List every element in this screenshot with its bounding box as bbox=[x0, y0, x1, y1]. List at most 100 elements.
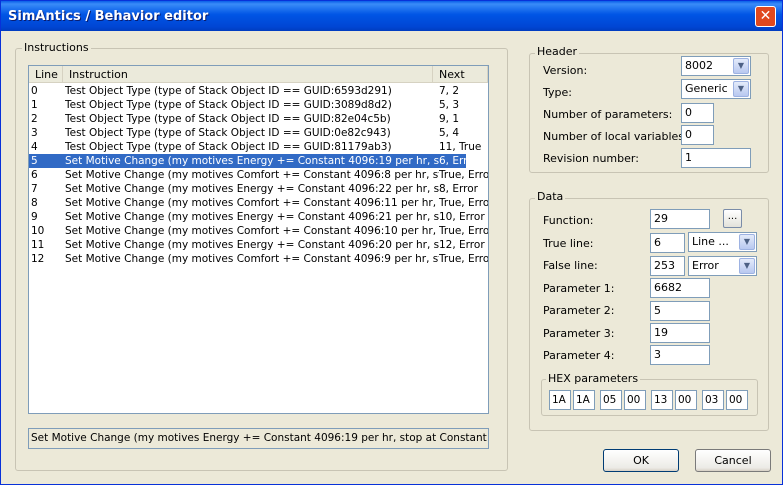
hex-param-field[interactable]: 05 bbox=[600, 390, 622, 410]
param2-label: Parameter 2: bbox=[543, 304, 615, 317]
row-instruction: Set Motive Change (my motives Energy += … bbox=[65, 155, 439, 167]
table-row[interactable]: 3 Test Object Type (type of Stack Object … bbox=[29, 126, 466, 140]
revision-field[interactable]: 1 bbox=[681, 148, 751, 168]
header-group-label: Header bbox=[535, 45, 580, 58]
param4-field[interactable]: 3 bbox=[650, 345, 710, 365]
hex-param-field[interactable]: 13 bbox=[651, 390, 673, 410]
list-header: Line Instruction Next bbox=[29, 66, 488, 83]
row-next: True, Error bbox=[439, 253, 489, 265]
type-value: Generic bbox=[685, 82, 728, 95]
row-next: True, Error bbox=[439, 197, 489, 209]
table-row[interactable]: 2 Test Object Type (type of Stack Object … bbox=[29, 112, 466, 126]
row-instruction: Set Motive Change (my motives Comfort +=… bbox=[65, 225, 439, 237]
row-line: 8 bbox=[31, 197, 38, 209]
table-row[interactable]: 10 Set Motive Change (my motives Comfort … bbox=[29, 224, 488, 238]
hex-param-field[interactable]: 1A bbox=[573, 390, 595, 410]
function-browse-button[interactable]: ... bbox=[723, 209, 742, 228]
chevron-down-icon[interactable]: ▼ bbox=[733, 58, 749, 74]
table-row[interactable]: 0 Test Object Type (type of Stack Object … bbox=[29, 84, 466, 98]
title-bar[interactable]: SimAntics / Behavior editor ✕ bbox=[1, 1, 782, 31]
row-next: 8, Error bbox=[439, 183, 478, 195]
table-row[interactable]: 11 Set Motive Change (my motives Energy +… bbox=[29, 238, 485, 252]
row-line: 5 bbox=[31, 155, 38, 167]
row-line: 0 bbox=[31, 85, 38, 97]
row-instruction: Test Object Type (type of Stack Object I… bbox=[65, 127, 391, 139]
behavior-editor-window: SimAntics / Behavior editor ✕ Instructio… bbox=[0, 0, 783, 485]
row-line: 1 bbox=[31, 99, 38, 111]
hex-param-field[interactable]: 00 bbox=[726, 390, 748, 410]
num-locals-field[interactable]: 0 bbox=[681, 125, 714, 145]
param1-field[interactable]: 6682 bbox=[650, 278, 710, 298]
function-field[interactable]: 29 bbox=[650, 209, 710, 229]
param4-label: Parameter 4: bbox=[543, 349, 615, 362]
chevron-down-icon[interactable]: ▼ bbox=[733, 81, 749, 97]
row-line: 6 bbox=[31, 169, 38, 181]
row-line: 12 bbox=[31, 253, 45, 265]
true-line-field[interactable]: 6 bbox=[650, 233, 685, 253]
table-row[interactable]: 1 Test Object Type (type of Stack Object … bbox=[29, 98, 466, 112]
row-line: 9 bbox=[31, 211, 38, 223]
version-value: 8002 bbox=[685, 59, 713, 72]
row-next: 11, True bbox=[439, 141, 482, 153]
row-next: 5, 4 bbox=[439, 127, 460, 139]
false-line-label: False line: bbox=[543, 259, 598, 272]
ok-button[interactable]: OK bbox=[603, 449, 679, 472]
true-line-select[interactable]: Line ... ▼ bbox=[688, 232, 757, 252]
window-title: SimAntics / Behavior editor bbox=[8, 9, 209, 24]
cancel-button[interactable]: Cancel bbox=[695, 449, 771, 472]
row-instruction: Set Motive Change (my motives Comfort +=… bbox=[65, 197, 439, 209]
row-line: 2 bbox=[31, 113, 38, 125]
row-instruction: Test Object Type (type of Stack Object I… bbox=[65, 113, 391, 125]
table-row[interactable]: 12 Set Motive Change (my motives Comfort … bbox=[29, 252, 488, 266]
row-next: 9, 1 bbox=[439, 113, 460, 125]
row-instruction: Test Object Type (type of Stack Object I… bbox=[65, 141, 392, 153]
hex-param-field[interactable]: 03 bbox=[702, 390, 724, 410]
chevron-down-icon[interactable]: ▼ bbox=[739, 234, 755, 250]
row-line: 10 bbox=[31, 225, 45, 237]
close-icon[interactable]: ✕ bbox=[755, 6, 776, 27]
row-instruction: Set Motive Change (my motives Comfort +=… bbox=[65, 169, 439, 181]
hex-param-field[interactable]: 00 bbox=[675, 390, 697, 410]
revision-label: Revision number: bbox=[543, 152, 639, 165]
row-next: 6, Error bbox=[439, 155, 478, 167]
column-header-line[interactable]: Line bbox=[29, 66, 63, 83]
row-next: True, Error bbox=[439, 225, 489, 237]
row-instruction: Test Object Type (type of Stack Object I… bbox=[65, 85, 392, 97]
type-label: Type: bbox=[543, 86, 572, 99]
num-params-label: Number of parameters: bbox=[543, 108, 673, 121]
table-row[interactable]: 6 Set Motive Change (my motives Comfort +… bbox=[29, 168, 488, 182]
param1-label: Parameter 1: bbox=[543, 282, 615, 295]
row-line: 4 bbox=[31, 141, 38, 153]
chevron-down-icon[interactable]: ▼ bbox=[739, 258, 755, 274]
column-header-next[interactable]: Next bbox=[433, 66, 488, 83]
param3-field[interactable]: 19 bbox=[650, 323, 710, 343]
num-locals-label: Number of local variables: bbox=[543, 130, 688, 143]
row-instruction: Set Motive Change (my motives Energy += … bbox=[65, 211, 439, 223]
num-params-field[interactable]: 0 bbox=[681, 103, 714, 123]
row-next: True, Error bbox=[439, 169, 489, 181]
row-next: 12, Error bbox=[439, 239, 485, 251]
data-group-label: Data bbox=[535, 190, 566, 203]
true-line-label: True line: bbox=[543, 237, 594, 250]
false-line-select[interactable]: Error ▼ bbox=[688, 256, 757, 276]
table-row[interactable]: 9 Set Motive Change (my motives Energy +=… bbox=[29, 210, 485, 224]
table-row[interactable]: 5 Set Motive Change (my motives Energy +=… bbox=[29, 154, 478, 168]
false-line-field[interactable]: 253 bbox=[650, 256, 685, 276]
version-select[interactable]: 8002 ▼ bbox=[681, 56, 751, 76]
hex-param-field[interactable]: 1A bbox=[549, 390, 571, 410]
param3-label: Parameter 3: bbox=[543, 327, 615, 340]
hex-param-field[interactable]: 00 bbox=[624, 390, 646, 410]
row-instruction: Set Motive Change (my motives Comfort +=… bbox=[65, 253, 439, 265]
table-row[interactable]: 8 Set Motive Change (my motives Comfort +… bbox=[29, 196, 488, 210]
instruction-description: Set Motive Change (my motives Energy += … bbox=[28, 428, 489, 449]
param2-field[interactable]: 5 bbox=[650, 301, 710, 321]
table-row[interactable]: 4 Test Object Type (type of Stack Object … bbox=[29, 140, 481, 154]
table-row[interactable]: 7 Set Motive Change (my motives Energy +=… bbox=[29, 182, 478, 196]
row-instruction: Test Object Type (type of Stack Object I… bbox=[65, 99, 392, 111]
row-instruction: Set Motive Change (my motives Energy += … bbox=[65, 183, 439, 195]
column-header-instruction[interactable]: Instruction bbox=[63, 66, 433, 83]
false-line-combo-value: Error bbox=[692, 259, 719, 272]
type-select[interactable]: Generic ▼ bbox=[681, 79, 751, 99]
instructions-list[interactable]: Line Instruction Next 0 Test Object Type … bbox=[28, 65, 489, 414]
hex-params-label: HEX parameters bbox=[546, 372, 641, 385]
